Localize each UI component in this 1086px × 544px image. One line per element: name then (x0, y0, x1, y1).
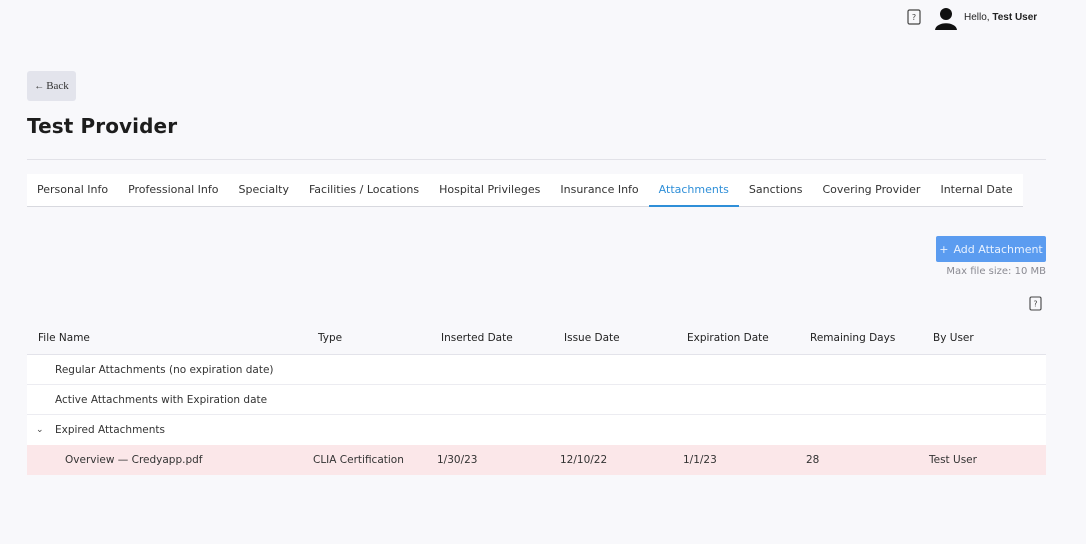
max-file-size-note: Max file size: 10 MB (946, 266, 1046, 277)
help-icon[interactable]: ? (907, 9, 921, 25)
column-header-expiration-date[interactable]: Expiration Date (687, 321, 769, 354)
svg-text:?: ? (1034, 300, 1038, 309)
greeting-prefix: Hello, (964, 12, 993, 23)
tab-insurance-info[interactable]: Insurance Info (550, 174, 648, 206)
cell-by-user: Test User (929, 454, 977, 466)
tab-sanctions[interactable]: Sanctions (739, 174, 813, 206)
tab-professional-info[interactable]: Professional Info (118, 174, 228, 206)
tab-hospital-privileges[interactable]: Hospital Privileges (429, 174, 550, 206)
attachments-table: File Name Type Inserted Date Issue Date … (27, 321, 1046, 475)
group-row-expired[interactable]: ⌄ Expired Attachments (27, 415, 1046, 445)
column-header-remaining-days[interactable]: Remaining Days (810, 321, 895, 354)
column-header-inserted-date[interactable]: Inserted Date (441, 321, 513, 354)
plus-icon: + (939, 242, 949, 256)
tab-internal-date[interactable]: Internal Date (930, 174, 1022, 206)
column-header-type[interactable]: Type (318, 321, 342, 354)
cell-remaining-days: 28 (806, 454, 820, 466)
user-name: Test User (992, 12, 1038, 23)
cell-type: CLIA Certification (313, 454, 404, 466)
cell-issue-date: 12/10/22 (560, 454, 608, 466)
tab-bar: Personal Info Professional Info Specialt… (27, 174, 1023, 207)
column-header-issue-date[interactable]: Issue Date (564, 321, 620, 354)
tab-facilities-locations[interactable]: Facilities / Locations (299, 174, 429, 206)
group-label: Regular Attachments (no expiration date) (55, 363, 274, 376)
table-row[interactable]: Overview — Credyapp.pdf CLIA Certificati… (27, 445, 1046, 475)
help-icon[interactable]: ? (1029, 296, 1042, 311)
back-button[interactable]: ← Back (27, 71, 76, 101)
avatar[interactable] (934, 6, 958, 30)
group-label: Active Attachments with Expiration date (55, 393, 268, 406)
chevron-down-icon[interactable]: ⌄ (36, 425, 44, 435)
add-attachment-label: Add Attachment (953, 242, 1043, 256)
tab-covering-provider[interactable]: Covering Provider (812, 174, 930, 206)
cell-inserted-date: 1/30/23 (437, 454, 478, 466)
tab-specialty[interactable]: Specialty (229, 174, 299, 206)
page-title: Test Provider (27, 114, 178, 138)
table-header: File Name Type Inserted Date Issue Date … (27, 321, 1046, 355)
cell-file-name[interactable]: Overview — Credyapp.pdf (65, 445, 203, 475)
group-label: Expired Attachments (55, 424, 166, 436)
group-row-regular[interactable]: Regular Attachments (no expiration date) (27, 355, 1046, 385)
column-header-by-user[interactable]: By User (933, 321, 974, 354)
arrow-left-icon: ← (34, 80, 45, 92)
group-row-active[interactable]: Active Attachments with Expiration date (27, 385, 1046, 415)
divider (27, 159, 1046, 160)
column-header-file-name[interactable]: File Name (38, 321, 90, 354)
svg-text:?: ? (912, 13, 916, 22)
add-attachment-button[interactable]: + Add Attachment (936, 236, 1046, 262)
tab-personal-info[interactable]: Personal Info (27, 174, 118, 206)
cell-expiration-date: 1/1/23 (683, 454, 717, 466)
user-greeting[interactable]: Hello, Test User (964, 12, 1037, 23)
back-label: Back (46, 80, 69, 92)
tab-attachments[interactable]: Attachments (648, 174, 740, 207)
